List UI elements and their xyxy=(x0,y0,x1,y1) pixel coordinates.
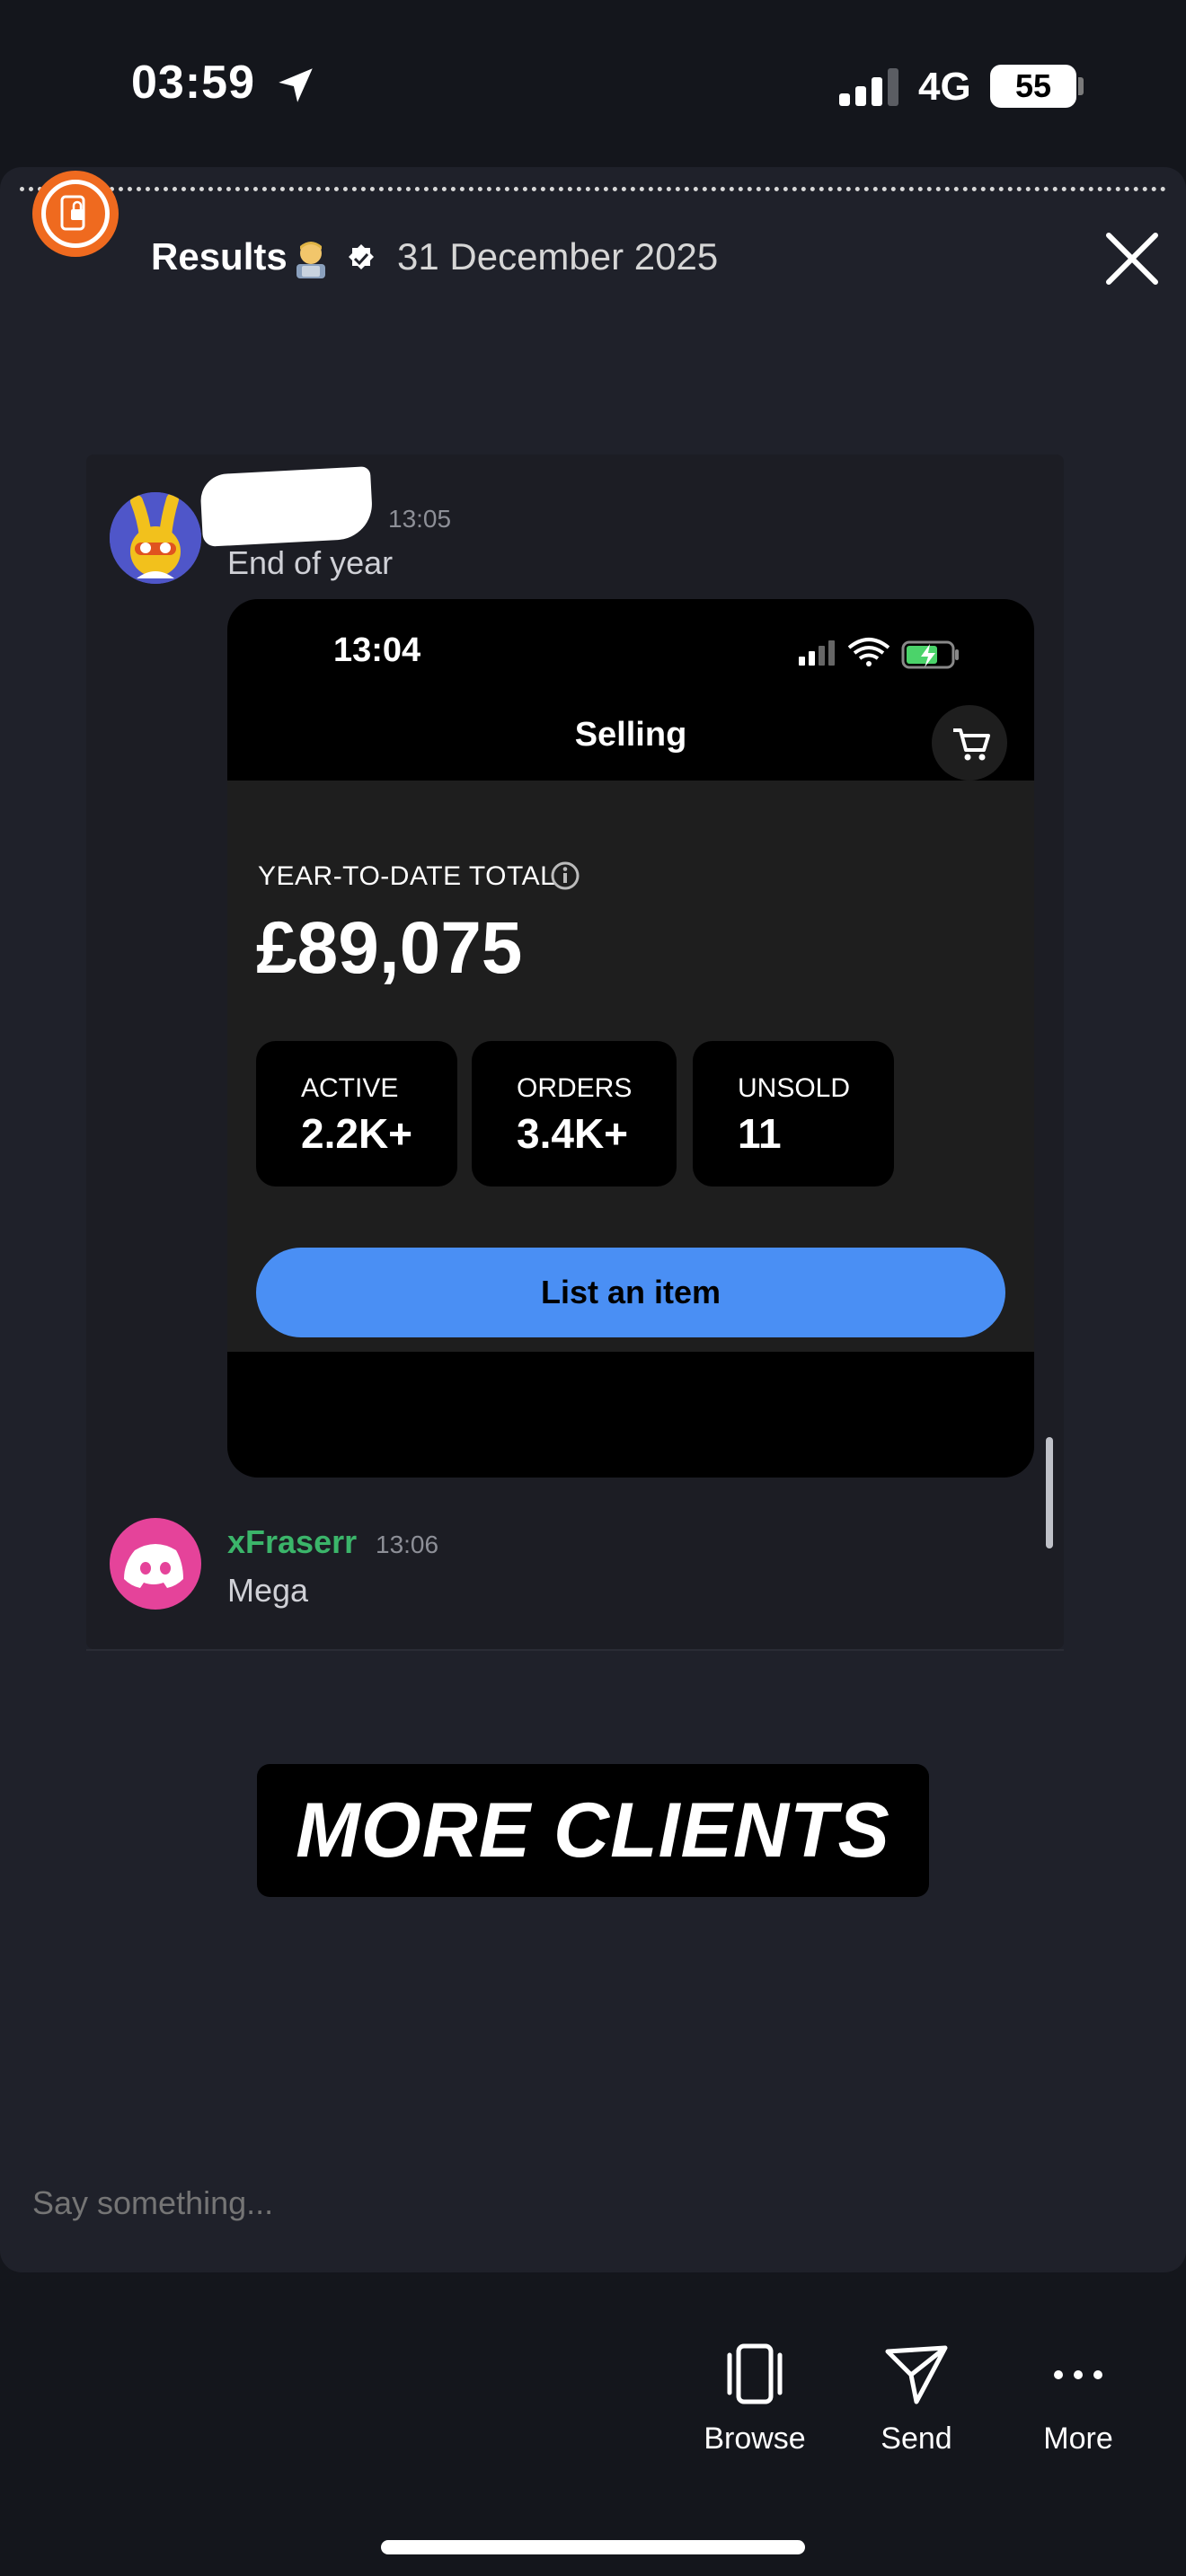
battery-tip xyxy=(1078,77,1084,95)
signal-icon xyxy=(839,68,898,106)
technologist-emoji-icon xyxy=(296,242,325,278)
stat-label: ORDERS xyxy=(517,1073,633,1103)
user-avatar xyxy=(110,492,201,584)
message-time: 13:05 xyxy=(388,505,452,533)
info-icon xyxy=(551,861,580,890)
status-bar: 03:59 4G 55 xyxy=(0,0,1186,167)
battery-indicator: 55 xyxy=(990,65,1076,108)
message-time: 13:06 xyxy=(376,1531,439,1558)
ytd-label: YEAR-TO-DATE TOTAL xyxy=(258,861,556,891)
stat-value: 11 xyxy=(738,1110,782,1157)
send-label: Send xyxy=(881,2422,952,2456)
discord-avatar xyxy=(110,1518,201,1610)
selling-summary: YEAR-TO-DATE TOTAL £89,075 ACTIVE 2.2K+ … xyxy=(227,781,1034,1352)
close-button[interactable] xyxy=(1100,226,1164,291)
stat-value: 3.4K+ xyxy=(517,1110,629,1157)
more-icon xyxy=(1054,2370,1102,2379)
embedded-status-time: 13:04 xyxy=(333,631,421,669)
message-author: xFraserr xyxy=(227,1523,358,1560)
rabbit-avatar-icon xyxy=(110,492,201,584)
browse-button[interactable]: Browse xyxy=(683,2339,827,2483)
home-indicator[interactable] xyxy=(381,2540,805,2554)
embedded-app-screenshot: 13:04 Selling YEAR-TO-DATE TOTAL £89,075… xyxy=(227,599,1034,1478)
verified-badge-icon xyxy=(349,244,374,269)
avatar-logo-icon xyxy=(41,180,110,248)
message-text: Mega xyxy=(227,1572,309,1609)
stat-active: ACTIVE 2.2K+ xyxy=(256,1041,457,1187)
redacted-username xyxy=(199,466,374,547)
stat-orders: ORDERS 3.4K+ xyxy=(472,1041,677,1187)
stat-unsold: UNSOLD 11 xyxy=(693,1041,894,1187)
send-icon xyxy=(885,2345,948,2404)
send-button[interactable]: Send xyxy=(845,2339,988,2483)
more-button[interactable]: More xyxy=(1006,2339,1150,2483)
story-title: Results xyxy=(151,235,288,278)
story-date: 31 December 2025 xyxy=(397,235,719,278)
discord-icon xyxy=(124,1544,183,1588)
browse-icon xyxy=(727,2343,783,2404)
embedded-status-icons xyxy=(799,638,959,669)
embedded-page-title: Selling xyxy=(574,716,687,754)
status-time: 03:59 xyxy=(131,57,255,109)
cart-icon xyxy=(953,728,990,761)
location-arrow-icon xyxy=(279,68,313,102)
story-progress-bar xyxy=(20,187,1166,191)
list-item-button: List an item xyxy=(256,1248,1005,1337)
browse-label: Browse xyxy=(704,2422,806,2456)
network-type: 4G xyxy=(918,65,971,109)
chat-scrollbar xyxy=(1046,1437,1053,1548)
story-caption-sticker: MORE CLIENTS xyxy=(257,1764,929,1897)
message-text: End of year xyxy=(227,544,394,581)
phone-lock-icon xyxy=(60,195,85,231)
cart-button xyxy=(932,705,1007,781)
stat-label: ACTIVE xyxy=(301,1073,399,1103)
chat-divider xyxy=(86,1649,1064,1651)
more-label: More xyxy=(1043,2422,1113,2456)
ytd-value: £89,075 xyxy=(256,907,523,989)
reply-input[interactable] xyxy=(32,2184,661,2222)
stat-label: UNSOLD xyxy=(738,1073,851,1103)
stat-value: 2.2K+ xyxy=(301,1110,413,1157)
